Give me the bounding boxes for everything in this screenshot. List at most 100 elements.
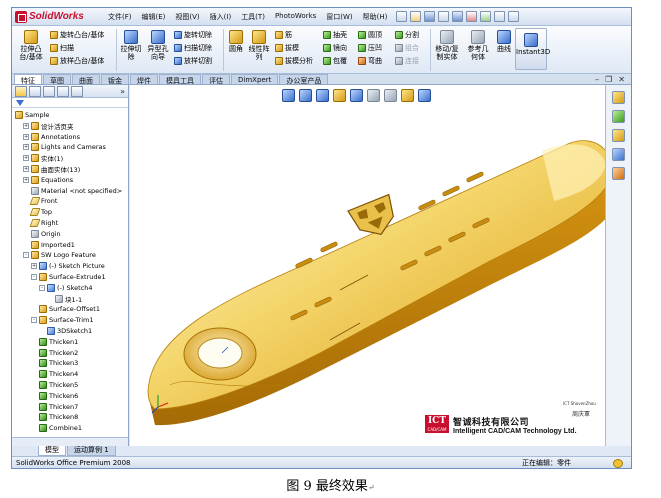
tab-mold-tools[interactable]: 模具工具 <box>159 74 201 85</box>
tab-weldments[interactable]: 焊件 <box>130 74 158 85</box>
expand-icon[interactable]: + <box>31 263 37 270</box>
undo-icon[interactable] <box>452 11 464 22</box>
tree-item[interactable]: Thicken8 <box>31 412 78 422</box>
tab-model[interactable]: 模型 <box>38 446 66 456</box>
tree-item[interactable]: Origin <box>23 229 61 239</box>
tab-sheet-metal[interactable]: 钣金 <box>101 74 129 85</box>
tree-item[interactable]: Thicken2 <box>31 348 78 358</box>
hide-show-items-icon[interactable] <box>384 89 397 102</box>
draft-analysis-button[interactable]: 拔模分析 <box>275 56 313 66</box>
collapse-icon[interactable]: - <box>23 252 29 259</box>
tree-item[interactable]: + 曲面实体(13) <box>23 164 80 174</box>
move-copy-body-button[interactable]: 移动/复 制实体 <box>432 30 462 61</box>
tree-item[interactable]: Thicken6 <box>31 391 78 401</box>
tree-item[interactable]: + 设计活页夹 <box>23 121 74 131</box>
tree-item[interactable]: Material <not specified> <box>23 186 122 196</box>
tree-item[interactable]: Right <box>23 218 58 228</box>
help-icon[interactable] <box>613 459 623 468</box>
tree-item[interactable]: 3DSketch1 <box>39 326 92 336</box>
tab-dimxpert[interactable]: DimXpert <box>231 74 279 84</box>
graphics-area[interactable]: ICT CAD/CAM 智诚科技有限公司 Intelligent CAD/CAM… <box>130 85 606 446</box>
tab-motion-study[interactable]: 运动算例 1 <box>67 446 116 456</box>
tree-item[interactable]: Surface-Offset1 <box>31 304 100 314</box>
tree-item[interactable]: + (-) Sketch Picture <box>31 261 105 271</box>
zoom-to-area-icon[interactable] <box>299 89 312 102</box>
draft-button[interactable]: 拔模 <box>275 43 299 53</box>
revolve-cut-button[interactable]: 旋转切除 <box>174 30 212 40</box>
tree-item[interactable]: + Annotations <box>23 132 80 142</box>
shell-button[interactable]: 抽壳 <box>323 30 347 40</box>
tab-surfaces[interactable]: 曲面 <box>72 74 100 85</box>
combine-button[interactable]: 组合 <box>395 43 419 53</box>
previous-view-icon[interactable] <box>316 89 329 102</box>
print-icon[interactable] <box>438 11 450 22</box>
linear-pattern-button[interactable]: 线性阵 列 <box>247 30 271 61</box>
options-icon[interactable] <box>480 11 492 22</box>
feature-manager-tab-icon[interactable] <box>15 85 27 97</box>
property-manager-tab-icon[interactable] <box>29 85 41 97</box>
display-style-icon[interactable] <box>367 89 380 102</box>
menu-edit[interactable]: 编辑(E) <box>137 12 171 22</box>
open-folder-icon[interactable] <box>410 11 422 22</box>
tree-item[interactable]: + Equations <box>23 175 73 185</box>
indent-button[interactable]: 压凹 <box>358 43 382 53</box>
appearances-icon[interactable] <box>612 167 625 180</box>
collapse-icon[interactable]: - <box>31 274 37 280</box>
new-document-icon[interactable] <box>396 11 408 22</box>
menu-insert[interactable]: 插入(I) <box>205 12 237 22</box>
collapse-icon[interactable]: - <box>39 284 45 291</box>
rebuild-icon[interactable] <box>466 11 478 22</box>
tree-item[interactable]: Thicken7 <box>31 402 78 412</box>
save-icon[interactable] <box>424 11 436 22</box>
menu-photoworks[interactable]: PhotoWorks <box>270 12 321 22</box>
menu-help[interactable]: 帮助(H) <box>358 12 393 22</box>
tree-item[interactable]: - (-) Sketch4 <box>39 283 93 293</box>
sweep-button[interactable]: 扫描 <box>50 43 74 53</box>
menu-tools[interactable]: 工具(T) <box>236 12 270 22</box>
flex-button[interactable]: 弯曲 <box>358 56 382 66</box>
feature-filter[interactable] <box>12 98 128 108</box>
resources-icon[interactable] <box>612 91 625 104</box>
customize-icon[interactable] <box>508 11 520 22</box>
tree-item[interactable]: Top <box>23 207 52 217</box>
tree-item[interactable]: 块1-1 <box>47 294 82 304</box>
more-tabs-icon[interactable]: » <box>120 87 125 96</box>
reference-geometry-button[interactable]: 参考几 何体 <box>464 30 492 61</box>
tree-item[interactable]: - Surface-Extrude1 <box>31 272 106 282</box>
tree-item[interactable]: - Surface-Trim1 <box>31 315 93 325</box>
tree-item[interactable]: Thicken3 <box>31 358 78 368</box>
expand-icon[interactable]: + <box>23 166 29 172</box>
dimxpert-manager-tab-icon[interactable] <box>57 85 69 97</box>
menu-window[interactable]: 窗口(W) <box>321 12 357 22</box>
revolve-boss-button[interactable]: 旋转凸台/基体 <box>50 30 104 40</box>
curves-button[interactable]: 曲线 <box>493 30 515 53</box>
file-explorer-icon[interactable] <box>612 129 625 142</box>
collapse-icon[interactable]: - <box>31 317 37 324</box>
dome-button[interactable]: 圆顶 <box>358 30 382 40</box>
expand-icon[interactable]: + <box>23 144 29 151</box>
tree-root[interactable]: Sample <box>15 110 49 120</box>
tab-office-products[interactable]: 办公室产品 <box>279 74 329 85</box>
design-library-icon[interactable] <box>612 110 625 123</box>
restore-icon[interactable]: ❐ <box>605 75 612 84</box>
apply-scene-icon[interactable] <box>418 89 431 102</box>
tree-item[interactable]: Thicken5 <box>31 380 78 390</box>
tree-item[interactable]: + Lights and Cameras <box>23 142 106 152</box>
view-palette-icon[interactable] <box>612 148 625 161</box>
close-icon[interactable]: ✕ <box>618 75 625 84</box>
extrude-boss-button[interactable]: 拉伸凸 台/基体 <box>18 30 44 61</box>
instant3d-button[interactable]: Instant3D <box>515 28 550 70</box>
tree-item[interactable]: Front <box>23 196 57 206</box>
extrude-cut-button[interactable]: 拉伸切 除 <box>119 30 143 61</box>
tree-item[interactable]: - SW Logo Feature <box>23 250 96 260</box>
tree-item[interactable]: + 实体(1) <box>23 153 63 163</box>
tree-item[interactable]: Thicken4 <box>31 369 78 379</box>
wrap-button[interactable]: 包覆 <box>323 56 347 66</box>
expand-icon[interactable]: + <box>23 133 29 140</box>
mirror-button[interactable]: 镜向 <box>323 43 347 53</box>
expand-icon[interactable]: + <box>23 122 29 129</box>
tree-item[interactable]: Imported1 <box>23 240 75 250</box>
expand-icon[interactable]: + <box>23 176 29 183</box>
view-orientation-icon[interactable] <box>350 89 363 102</box>
section-view-icon[interactable] <box>333 89 346 102</box>
